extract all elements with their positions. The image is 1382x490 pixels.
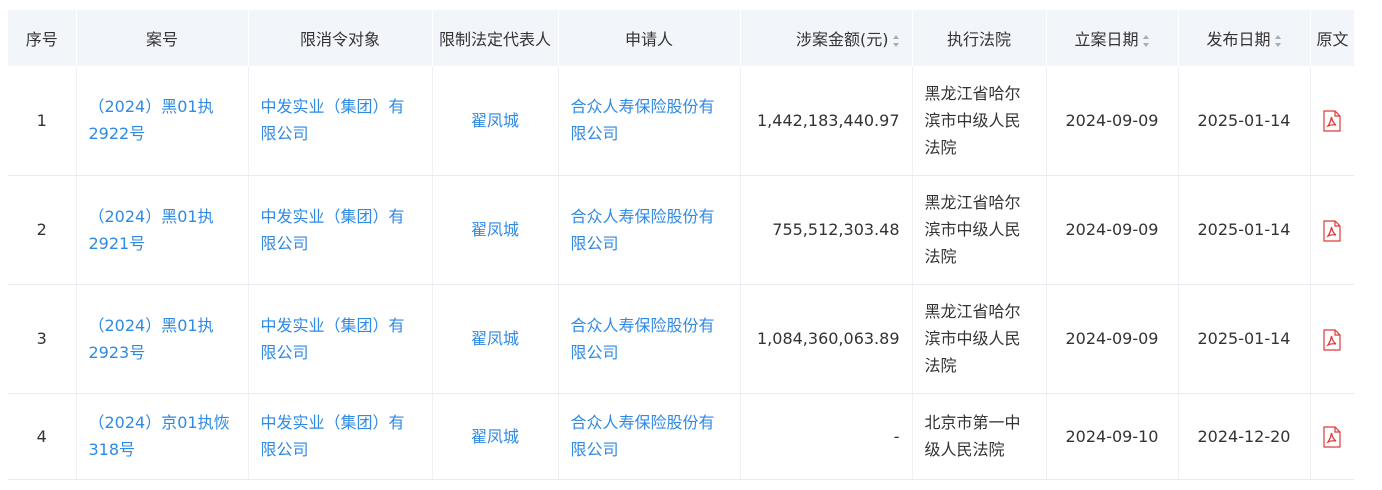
case-no-link[interactable]: （2024）黑01执2923号 [76, 284, 249, 394]
header-original: 原文 [1310, 10, 1355, 66]
case-no-link[interactable]: （2024）京01执恢318号 [76, 393, 249, 480]
legal-rep-link[interactable]: 翟凤城 [432, 175, 559, 285]
applicant-link[interactable]: 合众人寿保险股份有限公司 [558, 175, 741, 285]
legal-rep-link[interactable]: 翟凤城 [432, 393, 559, 480]
pdf-icon[interactable] [1323, 110, 1341, 132]
header-publish-date[interactable]: 发布日期 [1178, 10, 1311, 66]
pdf-icon[interactable] [1323, 426, 1341, 448]
pdf-icon[interactable] [1323, 328, 1341, 351]
filing-date-cell: 2024-09-10 [1046, 393, 1179, 480]
pdf-icon[interactable] [1323, 219, 1341, 242]
consumption-restriction-table: 序号 案号 限消令对象 限制法定代表人 申请人 涉案金额(元) 执行法院 立案日… [8, 10, 1355, 480]
amount-cell: 755,512,303.48 [740, 175, 913, 285]
target-link[interactable]: 中发实业（集团）有限公司 [248, 66, 433, 176]
amount-cell: 1,084,360,063.89 [740, 284, 913, 394]
legal-rep-link[interactable]: 翟凤城 [432, 66, 559, 176]
header-legal-rep: 限制法定代表人 [432, 10, 559, 66]
court-cell: 黑龙江省哈尔滨市中级人民法院 [912, 175, 1047, 285]
case-no-link[interactable]: （2024）黑01执2922号 [76, 66, 249, 176]
case-no-link[interactable]: （2024）黑01执2921号 [76, 175, 249, 285]
header-applicant: 申请人 [558, 10, 741, 66]
header-seq: 序号 [8, 10, 77, 66]
amount-cell: - [740, 393, 913, 480]
applicant-link[interactable]: 合众人寿保险股份有限公司 [558, 284, 741, 394]
table-row: 4 （2024）京01执恢318号 中发实业（集团）有限公司 翟凤城 合众人寿保险股份有… [8, 393, 1354, 480]
target-link[interactable]: 中发实业（集团）有限公司 [248, 284, 433, 394]
header-amount-label: 涉案金额(元) [796, 30, 889, 49]
original-cell [1310, 393, 1354, 480]
original-cell [1310, 66, 1354, 176]
target-link[interactable]: 中发实业（集团）有限公司 [248, 175, 433, 285]
table-row: 3 （2024）黑01执2923号 中发实业（集团）有限公司 翟凤城 合众人寿保险股份有… [8, 284, 1354, 394]
header-case-no: 案号 [76, 10, 249, 66]
seq-cell: 2 [8, 175, 77, 285]
filing-date-cell: 2024-09-09 [1046, 284, 1179, 394]
legal-rep-link[interactable]: 翟凤城 [432, 284, 559, 394]
seq-cell: 3 [8, 284, 77, 394]
target-link[interactable]: 中发实业（集团）有限公司 [248, 393, 433, 480]
applicant-link[interactable]: 合众人寿保险股份有限公司 [558, 66, 741, 176]
header-amount[interactable]: 涉案金额(元) [740, 10, 913, 66]
header-filing-date-label: 立案日期 [1074, 30, 1139, 49]
restriction-table-container: 序号 案号 限消令对象 限制法定代表人 申请人 涉案金额(元) 执行法院 立案日… [0, 0, 1382, 490]
header-target: 限消令对象 [248, 10, 433, 66]
sort-icon[interactable] [892, 34, 900, 47]
header-filing-date[interactable]: 立案日期 [1046, 10, 1179, 66]
sort-icon[interactable] [1274, 34, 1282, 47]
publish-date-cell: 2025-01-14 [1178, 66, 1311, 176]
table-row: 2 （2024）黑01执2921号 中发实业（集团）有限公司 翟凤城 合众人寿保险股份有… [8, 175, 1354, 285]
court-cell: 北京市第一中级人民法院 [912, 393, 1047, 480]
filing-date-cell: 2024-09-09 [1046, 66, 1179, 176]
filing-date-cell: 2024-09-09 [1046, 175, 1179, 285]
original-cell [1310, 175, 1354, 285]
table-header-row: 序号 案号 限消令对象 限制法定代表人 申请人 涉案金额(元) 执行法院 立案日… [8, 10, 1355, 66]
header-publish-date-label: 发布日期 [1206, 30, 1271, 49]
publish-date-cell: 2024-12-20 [1178, 393, 1311, 480]
court-cell: 黑龙江省哈尔滨市中级人民法院 [912, 66, 1047, 176]
original-cell [1310, 284, 1354, 394]
court-cell: 黑龙江省哈尔滨市中级人民法院 [912, 284, 1047, 394]
table-body: 1 （2024）黑01执2922号 中发实业（集团）有限公司 翟凤城 合众人寿保险股份有… [8, 66, 1354, 480]
seq-cell: 1 [8, 66, 77, 176]
seq-cell: 4 [8, 393, 77, 480]
header-court: 执行法院 [912, 10, 1047, 66]
sort-icon[interactable] [1142, 34, 1150, 47]
publish-date-cell: 2025-01-14 [1178, 175, 1311, 285]
applicant-link[interactable]: 合众人寿保险股份有限公司 [558, 393, 741, 480]
publish-date-cell: 2025-01-14 [1178, 284, 1311, 394]
table-row: 1 （2024）黑01执2922号 中发实业（集团）有限公司 翟凤城 合众人寿保险股份有… [8, 66, 1354, 176]
amount-cell: 1,442,183,440.97 [740, 66, 913, 176]
